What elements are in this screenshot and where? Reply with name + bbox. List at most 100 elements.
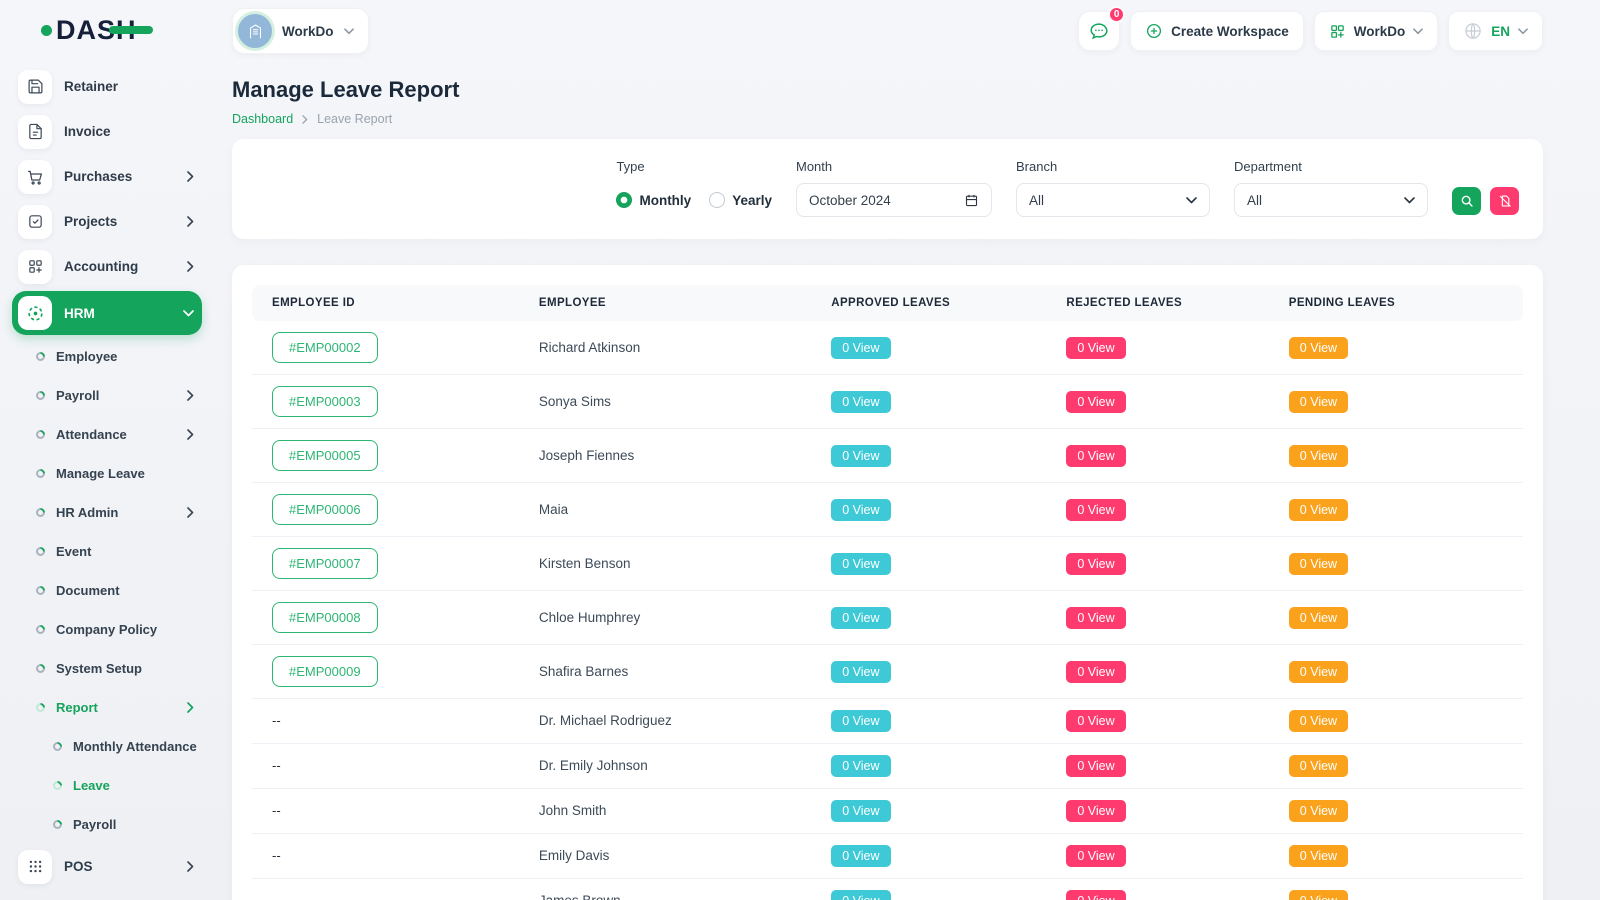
rejected-leaves-badge[interactable]: 0 View — [1066, 800, 1125, 822]
sidebar-item-accounting[interactable]: Accounting — [12, 244, 202, 289]
sidebar-item-event[interactable]: Event — [12, 532, 202, 571]
employee-id-button[interactable]: #EMP00007 — [272, 548, 378, 579]
approved-leaves-badge[interactable]: 0 View — [831, 445, 890, 467]
approved-leaves-badge[interactable]: 0 View — [831, 800, 890, 822]
approved-leaves-badge[interactable]: 0 View — [831, 553, 890, 575]
rejected-leaves-badge[interactable]: 0 View — [1066, 553, 1125, 575]
chevron-down-icon — [1518, 28, 1528, 35]
rejected-leaves-badge[interactable]: 0 View — [1066, 337, 1125, 359]
language-button[interactable]: EN — [1448, 11, 1543, 51]
employee-id-empty: -- — [272, 803, 281, 818]
sidebar-item-projects[interactable]: Projects — [12, 199, 202, 244]
employee-id-button[interactable]: #EMP00008 — [272, 602, 378, 633]
pending-leaves-badge[interactable]: 0 View — [1289, 391, 1348, 413]
pending-leaves-badge[interactable]: 0 View — [1289, 553, 1348, 575]
radio-monthly[interactable]: Monthly — [616, 192, 691, 208]
workspace-menu-button[interactable]: WorkDo — [1314, 11, 1439, 51]
search-button[interactable] — [1452, 187, 1481, 215]
purchases-icon — [18, 160, 52, 194]
chevron-right-icon — [302, 115, 308, 124]
radio-yearly-label: Yearly — [732, 193, 772, 208]
branch-select[interactable]: All — [1016, 183, 1210, 217]
pending-leaves-badge[interactable]: 0 View — [1289, 445, 1348, 467]
sidebar-item-attendance[interactable]: Attendance — [12, 415, 202, 454]
table-row: -- Dr. Michael Rodriguez 0 View 0 View 0… — [252, 699, 1523, 744]
employee-id-button[interactable]: #EMP00003 — [272, 386, 378, 417]
rejected-leaves-badge[interactable]: 0 View — [1066, 755, 1125, 777]
sidebar-item-hr-admin[interactable]: HR Admin — [12, 493, 202, 532]
grid-plus-icon — [1329, 23, 1346, 40]
rejected-leaves-badge[interactable]: 0 View — [1066, 661, 1125, 683]
sidebar-menu: Retainer Invoice Purchases Projects Acco… — [12, 60, 202, 889]
employee-id-empty: -- — [272, 713, 281, 728]
rejected-leaves-badge[interactable]: 0 View — [1066, 445, 1125, 467]
pending-leaves-badge[interactable]: 0 View — [1289, 607, 1348, 629]
bullet-icon — [34, 350, 47, 363]
sidebar-item-purchases[interactable]: Purchases — [12, 154, 202, 199]
sidebar-item-invoice[interactable]: Invoice — [12, 109, 202, 154]
approved-leaves-badge[interactable]: 0 View — [831, 337, 890, 359]
approved-leaves-badge[interactable]: 0 View — [831, 845, 890, 867]
employee-id-button[interactable]: #EMP00002 — [272, 332, 378, 363]
create-workspace-button[interactable]: Create Workspace — [1130, 11, 1304, 51]
breadcrumb-dashboard-link[interactable]: Dashboard — [232, 112, 293, 126]
pending-leaves-badge[interactable]: 0 View — [1289, 337, 1348, 359]
employee-id-button[interactable]: #EMP00009 — [272, 656, 378, 687]
month-input[interactable]: October 2024 — [796, 183, 992, 217]
dash-logo[interactable]: DASH — [56, 15, 137, 46]
sidebar-item-pos[interactable]: POS — [12, 844, 202, 889]
pending-leaves-badge[interactable]: 0 View — [1289, 661, 1348, 683]
rejected-leaves-badge[interactable]: 0 View — [1066, 890, 1125, 900]
employee-id-button[interactable]: #EMP00005 — [272, 440, 378, 471]
messages-button[interactable]: 0 — [1078, 11, 1120, 51]
workspace-avatar — [238, 14, 272, 48]
pending-leaves-badge[interactable]: 0 View — [1289, 499, 1348, 521]
department-label: Department — [1234, 159, 1428, 174]
sidebar-item-employee[interactable]: Employee — [12, 337, 202, 376]
sidebar-item-report[interactable]: Report — [12, 688, 202, 727]
rejected-leaves-badge[interactable]: 0 View — [1066, 391, 1125, 413]
pending-leaves-badge[interactable]: 0 View — [1289, 710, 1348, 732]
approved-leaves-badge[interactable]: 0 View — [831, 607, 890, 629]
approved-leaves-badge[interactable]: 0 View — [831, 890, 890, 900]
rejected-leaves-badge[interactable]: 0 View — [1066, 607, 1125, 629]
sidebar-item-company-policy[interactable]: Company Policy — [12, 610, 202, 649]
sidebar-item-leave[interactable]: Leave — [12, 766, 202, 805]
department-select[interactable]: All — [1234, 183, 1428, 217]
rejected-leaves-badge[interactable]: 0 View — [1066, 710, 1125, 732]
department-filter-group: Department All — [1234, 159, 1428, 217]
pending-leaves-badge[interactable]: 0 View — [1289, 890, 1348, 900]
sidebar-item-monthly-attendance[interactable]: Monthly Attendance — [12, 727, 202, 766]
pending-leaves-badge[interactable]: 0 View — [1289, 845, 1348, 867]
table-row: -- Dr. Emily Johnson 0 View 0 View 0 Vie… — [252, 744, 1523, 789]
sidebar-item-hrm[interactable]: HRM — [12, 291, 202, 335]
approved-leaves-badge[interactable]: 0 View — [831, 661, 890, 683]
main-area: WorkDo 0 Create Workspace — [212, 0, 1600, 900]
chevron-right-icon — [187, 429, 194, 440]
approved-leaves-badge[interactable]: 0 View — [831, 710, 890, 732]
sidebar-item-retainer[interactable]: Retainer — [12, 64, 202, 109]
pending-leaves-badge[interactable]: 0 View — [1289, 755, 1348, 777]
plus-circle-icon — [1145, 22, 1163, 40]
bullet-icon — [34, 467, 47, 480]
column-approved-leaves: APPROVED LEAVES — [811, 285, 1046, 321]
sidebar-item-system-setup[interactable]: System Setup — [12, 649, 202, 688]
workspace-switcher[interactable]: WorkDo — [232, 8, 369, 54]
approved-leaves-badge[interactable]: 0 View — [831, 755, 890, 777]
sidebar-item-payroll[interactable]: Payroll — [12, 376, 202, 415]
rejected-leaves-badge[interactable]: 0 View — [1066, 499, 1125, 521]
pending-leaves-badge[interactable]: 0 View — [1289, 800, 1348, 822]
approved-leaves-badge[interactable]: 0 View — [831, 499, 890, 521]
employee-id-button[interactable]: #EMP00006 — [272, 494, 378, 525]
create-workspace-label: Create Workspace — [1171, 24, 1289, 39]
sidebar-item-document[interactable]: Document — [12, 571, 202, 610]
radio-yearly[interactable]: Yearly — [709, 192, 772, 208]
branch-value: All — [1029, 193, 1044, 208]
sidebar-item-payroll[interactable]: Payroll — [12, 805, 202, 844]
sidebar-item-manage-leave[interactable]: Manage Leave — [12, 454, 202, 493]
employee-name: John Smith — [539, 803, 607, 818]
reset-filter-button[interactable] — [1490, 187, 1519, 215]
rejected-leaves-badge[interactable]: 0 View — [1066, 845, 1125, 867]
approved-leaves-badge[interactable]: 0 View — [831, 391, 890, 413]
chevron-down-icon — [1186, 197, 1197, 204]
